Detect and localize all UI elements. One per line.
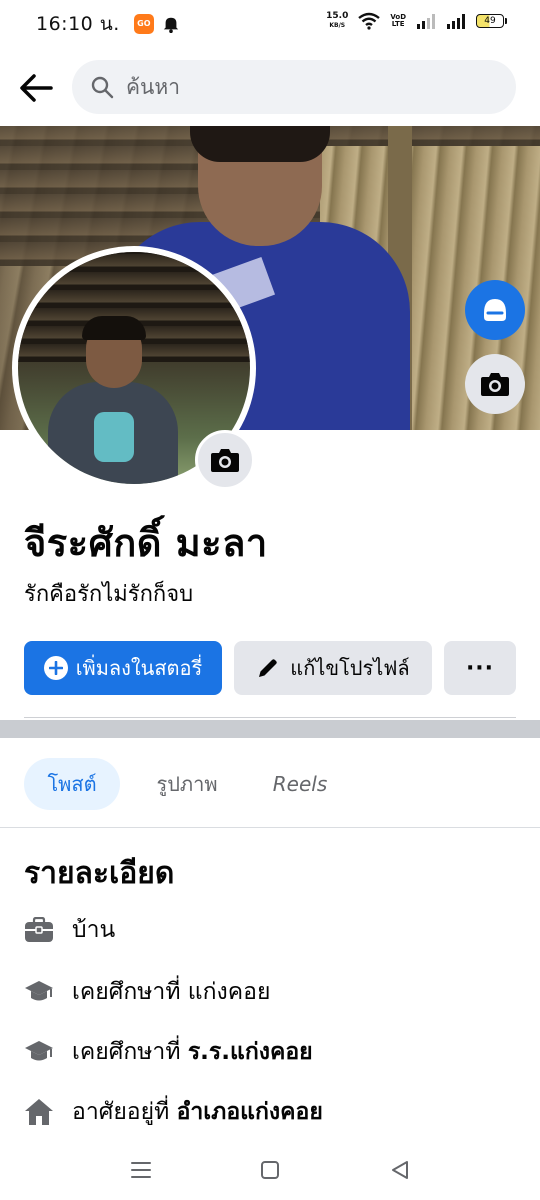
battery-level: 49 xyxy=(484,16,496,26)
profile-name: จีระศักดิ์ มะลา xyxy=(24,521,268,565)
detail-text-strong[interactable]: อำเภอแก่งคอย xyxy=(177,1099,323,1125)
detail-text: เคยศึกษาที่ แก่งคอย xyxy=(72,974,270,1010)
detail-item-workplace[interactable]: บ้าน xyxy=(24,910,516,950)
top-bar xyxy=(0,60,540,116)
detail-item-lives-in[interactable]: อาศัยอยู่ที่ อำเภอแก่งคอย xyxy=(24,1092,516,1132)
status-bar: 16:10 น. GO 15.0 KB/S VoD LTE 49 xyxy=(0,0,540,48)
detail-text-plain: อาศัยอยู่ที่ xyxy=(72,1099,177,1125)
system-back-button[interactable] xyxy=(380,1154,420,1186)
edit-profile-label: แก้ไขโปรไฟล์ xyxy=(290,656,410,680)
detail-text-plain: เคยศึกษาที่ xyxy=(72,1039,188,1065)
more-options-button[interactable]: ··· xyxy=(444,641,516,695)
profile-picture-shirt-print xyxy=(94,412,134,462)
detail-item-education-2[interactable]: เคยศึกษาที่ ร.ร.แก่งคอย xyxy=(24,1032,516,1072)
volte-bottom: LTE xyxy=(391,20,405,28)
tab-reels[interactable]: Reels xyxy=(254,758,346,810)
notification-icons: GO xyxy=(133,14,180,34)
section-separator xyxy=(0,720,540,738)
detail-text-plain: บ้าน xyxy=(72,917,116,943)
square-icon xyxy=(261,1161,279,1179)
volte-icon: VoD LTE xyxy=(390,14,406,28)
menu-icon xyxy=(131,1162,151,1178)
profile-picture-camera-button[interactable] xyxy=(195,430,255,490)
more-options-label: ··· xyxy=(465,655,495,681)
pencil-icon xyxy=(259,659,278,677)
graduation-cap-icon xyxy=(24,977,54,1007)
system-navigation-bar xyxy=(0,1140,540,1200)
search-icon xyxy=(91,76,114,99)
details-title: รายละเอียด xyxy=(24,856,175,891)
detail-text: อาศัยอยู่ที่ อำเภอแก่งคอย xyxy=(72,1094,323,1130)
graduation-cap-icon xyxy=(24,1037,54,1067)
triangle-back-icon xyxy=(392,1161,408,1179)
plus-circle-icon xyxy=(43,656,68,680)
battery-icon: 49 xyxy=(476,14,507,28)
cover-person-hair xyxy=(190,126,330,162)
network-speed: 15.0 KB/S xyxy=(326,12,348,30)
edit-profile-button[interactable]: แก้ไขโปรไฟล์ xyxy=(234,641,432,695)
app-notification-icon: GO xyxy=(133,14,154,34)
network-speed-unit: KB/S xyxy=(329,22,346,29)
search-input[interactable] xyxy=(126,75,486,99)
wifi-icon xyxy=(358,12,381,30)
tab-posts[interactable]: โพสต์ xyxy=(24,758,120,810)
divider xyxy=(24,717,516,718)
status-time: 16:10 น. xyxy=(36,13,120,35)
profile-picture-hair xyxy=(82,316,146,340)
profile-tabs: โพสต์ รูปภาพ Reels xyxy=(0,738,540,828)
camera-icon xyxy=(481,373,509,396)
camera-icon xyxy=(211,449,239,472)
home-icon xyxy=(24,1097,54,1127)
avatar-button[interactable] xyxy=(465,280,525,340)
add-to-story-button[interactable]: เพิ่มลงในสตอรี่ xyxy=(24,641,222,695)
detail-item-education-1[interactable]: เคยศึกษาที่ แก่งคอย xyxy=(24,972,516,1012)
profile-actions: เพิ่มลงในสตอรี่ แก้ไขโปรไฟล์ ··· xyxy=(24,641,516,695)
detail-text: บ้าน xyxy=(72,912,115,948)
add-to-story-label: เพิ่มลงในสตอรี่ xyxy=(75,656,203,680)
detail-text: เคยศึกษาที่ ร.ร.แก่งคอย xyxy=(72,1034,313,1070)
detail-text-plain: เคยศึกษาที่ แก่งคอย xyxy=(72,979,271,1005)
briefcase-icon xyxy=(24,915,54,945)
avatar-icon xyxy=(484,299,506,321)
detail-text-strong[interactable]: ร.ร.แก่งคอย xyxy=(188,1039,313,1065)
signal-icon-2 xyxy=(447,14,465,29)
profile-bio: รักคือรักไม่รักก็จบ xyxy=(24,582,194,607)
tab-photos[interactable]: รูปภาพ xyxy=(132,758,242,810)
back-button[interactable] xyxy=(16,68,56,108)
cover-camera-button[interactable] xyxy=(465,354,525,414)
search-bar[interactable] xyxy=(72,60,516,114)
status-indicators: 15.0 KB/S VoD LTE 49 xyxy=(326,12,507,30)
recent-apps-button[interactable] xyxy=(121,1154,161,1186)
back-arrow-icon xyxy=(20,74,53,102)
home-button[interactable] xyxy=(250,1154,290,1186)
signal-icon-1 xyxy=(417,14,435,29)
network-speed-value: 15.0 xyxy=(326,11,349,21)
app-notification-icon-2 xyxy=(163,17,179,33)
